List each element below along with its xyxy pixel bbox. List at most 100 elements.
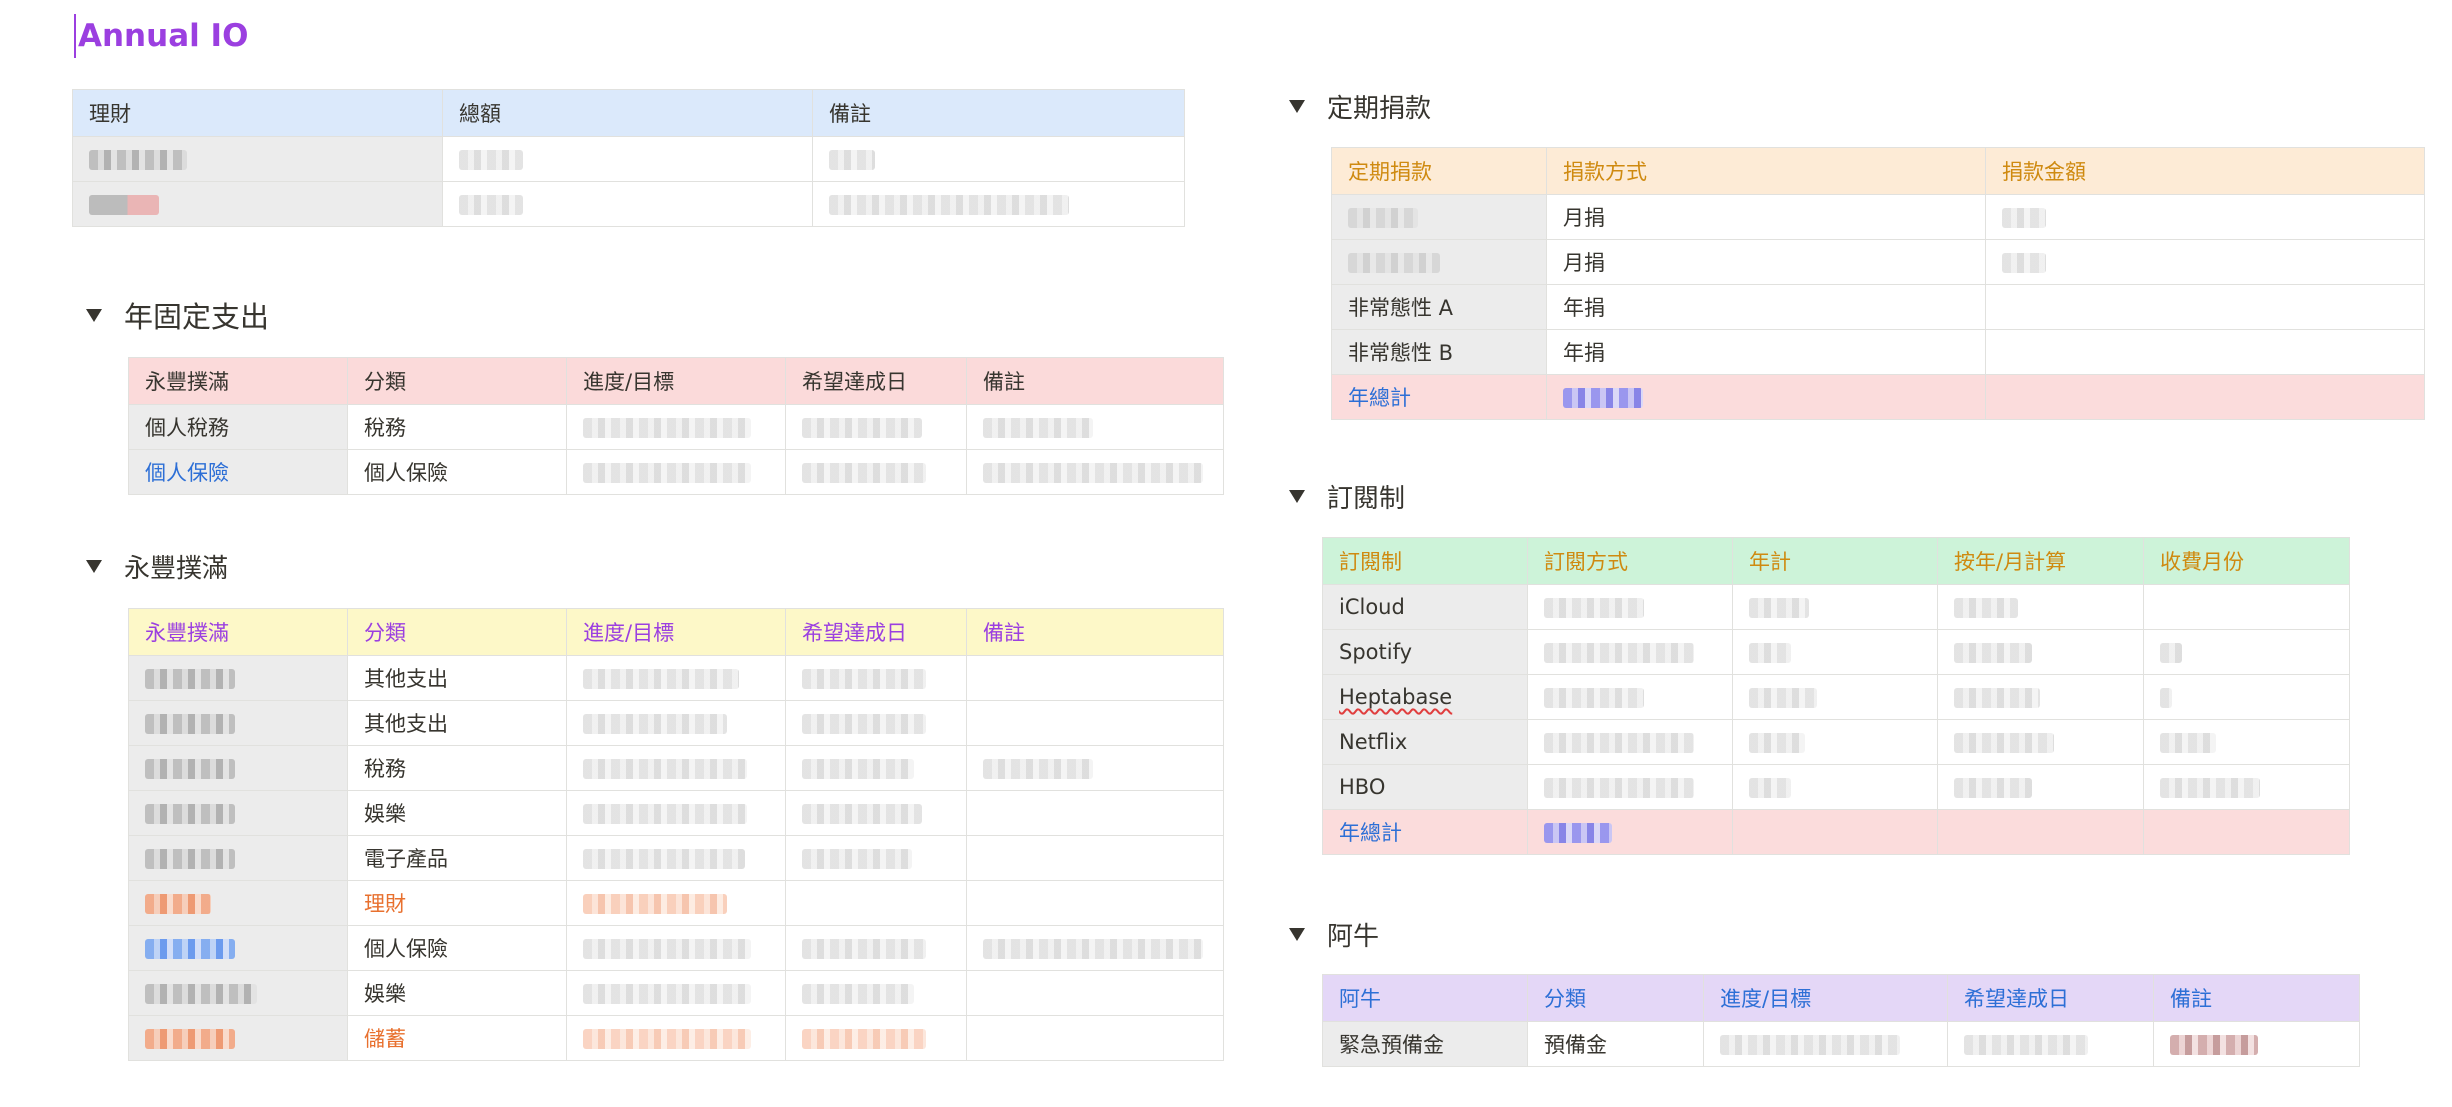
table-row[interactable]: 個人稅務 稅務 [128, 404, 1224, 450]
redacted-cell[interactable] [1527, 719, 1733, 765]
redacted-cell[interactable] [966, 925, 1224, 971]
redacted-cell[interactable] [442, 181, 813, 227]
redacted-cell[interactable] [785, 655, 967, 701]
redacted-cell[interactable] [1732, 584, 1938, 630]
redacted-cell[interactable] [1527, 629, 1733, 675]
redacted-cell[interactable] [1527, 674, 1733, 720]
redacted-cell[interactable] [1331, 194, 1547, 240]
row-name[interactable]: 緊急預備金 [1322, 1021, 1528, 1067]
table-row[interactable] [72, 181, 1185, 227]
empty-cell[interactable] [1732, 809, 1938, 855]
row-category[interactable]: 電子產品 [347, 835, 567, 881]
redacted-cell[interactable] [566, 745, 786, 791]
redacted-cell[interactable] [566, 1015, 786, 1061]
redacted-cell[interactable] [1732, 629, 1938, 675]
redacted-cell[interactable] [128, 880, 348, 926]
redacted-cell[interactable] [1732, 674, 1938, 720]
col-header[interactable]: 總額 [442, 89, 813, 137]
table-row[interactable] [72, 136, 1185, 182]
col-header[interactable]: 永豐撲滿 [128, 608, 348, 656]
redacted-cell[interactable] [785, 835, 967, 881]
table-row[interactable]: Heptabase [1322, 674, 2350, 720]
toggle-triangle-icon[interactable] [1289, 100, 1305, 113]
table-row[interactable]: 月捐 [1331, 239, 2425, 285]
redacted-cell[interactable] [785, 700, 967, 746]
row-name[interactable]: Spotify [1322, 629, 1528, 675]
col-header[interactable]: 進度/目標 [1703, 974, 1948, 1022]
table-row[interactable]: 個人保險 個人保險 [128, 449, 1224, 495]
col-header[interactable]: 備註 [966, 608, 1224, 656]
redacted-cell[interactable] [442, 136, 813, 182]
table-row[interactable]: 月捐 [1331, 194, 2425, 240]
redacted-cell[interactable] [1985, 194, 2425, 240]
redacted-cell[interactable] [2143, 674, 2350, 720]
row-method[interactable]: 年捐 [1546, 284, 1986, 330]
col-header[interactable]: 希望達成日 [785, 357, 967, 405]
col-header[interactable]: 進度/目標 [566, 357, 786, 405]
redacted-cell[interactable] [72, 181, 443, 227]
empty-cell[interactable] [966, 655, 1224, 701]
redacted-cell[interactable] [566, 404, 786, 450]
toggle-triangle-icon[interactable] [1289, 928, 1305, 941]
redacted-cell[interactable] [1732, 719, 1938, 765]
redacted-cell[interactable] [566, 655, 786, 701]
redacted-cell[interactable] [966, 745, 1224, 791]
col-header[interactable]: 備註 [812, 89, 1185, 137]
col-header[interactable]: 訂閱方式 [1527, 537, 1733, 585]
toggle-triangle-icon[interactable] [86, 560, 102, 573]
table-row[interactable]: Spotify [1322, 629, 2350, 675]
redacted-cell[interactable] [1937, 674, 2144, 720]
col-header[interactable]: 希望達成日 [1947, 974, 2154, 1022]
redacted-cell[interactable] [2143, 629, 2350, 675]
redacted-cell[interactable] [128, 835, 348, 881]
empty-cell[interactable] [1985, 374, 2425, 420]
redacted-cell[interactable] [128, 700, 348, 746]
redacted-cell[interactable] [566, 790, 786, 836]
empty-cell[interactable] [1985, 329, 2425, 375]
table-row[interactable]: 娛樂 [128, 790, 1224, 836]
row-category[interactable]: 預備金 [1527, 1021, 1704, 1067]
total-label[interactable]: 年總計 [1331, 374, 1547, 420]
col-header[interactable]: 定期捐款 [1331, 147, 1547, 195]
redacted-cell[interactable] [785, 404, 967, 450]
row-category[interactable]: 個人保險 [347, 449, 567, 495]
redacted-cell[interactable] [785, 745, 967, 791]
empty-cell[interactable] [966, 835, 1224, 881]
row-method[interactable]: 月捐 [1546, 239, 1986, 285]
col-header[interactable]: 分類 [347, 357, 567, 405]
redacted-cell[interactable] [1985, 239, 2425, 285]
redacted-cell[interactable] [785, 1015, 967, 1061]
table-row[interactable]: 非常態性 A 年捐 [1331, 284, 2425, 330]
table-row[interactable]: 緊急預備金 預備金 [1322, 1021, 2360, 1067]
empty-cell[interactable] [1985, 284, 2425, 330]
empty-cell[interactable] [1937, 809, 2144, 855]
redacted-cell[interactable] [1947, 1021, 2154, 1067]
redacted-cell[interactable] [1331, 239, 1547, 285]
redacted-cell[interactable] [566, 880, 786, 926]
col-header[interactable]: 永豐撲滿 [128, 357, 348, 405]
redacted-cell[interactable] [128, 790, 348, 836]
redacted-cell[interactable] [128, 1015, 348, 1061]
redacted-cell[interactable] [1527, 584, 1733, 630]
redacted-cell[interactable] [128, 655, 348, 701]
redacted-cell[interactable] [785, 790, 967, 836]
empty-cell[interactable] [2143, 584, 2350, 630]
empty-cell[interactable] [966, 790, 1224, 836]
redacted-cell[interactable] [785, 925, 967, 971]
empty-cell[interactable] [2143, 809, 2350, 855]
redacted-cell[interactable] [785, 970, 967, 1016]
row-name[interactable]: HBO [1322, 764, 1528, 810]
empty-cell[interactable] [966, 700, 1224, 746]
col-header[interactable]: 備註 [2153, 974, 2360, 1022]
toggle-piggy-bank[interactable]: 永豐撲滿 [86, 548, 228, 585]
col-header[interactable]: 分類 [347, 608, 567, 656]
redacted-cell[interactable] [1937, 719, 2144, 765]
redacted-cell[interactable] [1703, 1021, 1948, 1067]
toggle-donation[interactable]: 定期捐款 [1289, 88, 1431, 125]
row-method[interactable]: 年捐 [1546, 329, 1986, 375]
table-row[interactable]: 儲蓄 [128, 1015, 1224, 1061]
empty-cell[interactable] [966, 880, 1224, 926]
toggle-triangle-icon[interactable] [86, 308, 102, 322]
col-header[interactable]: 分類 [1527, 974, 1704, 1022]
col-header[interactable]: 按年/月計算 [1937, 537, 2144, 585]
